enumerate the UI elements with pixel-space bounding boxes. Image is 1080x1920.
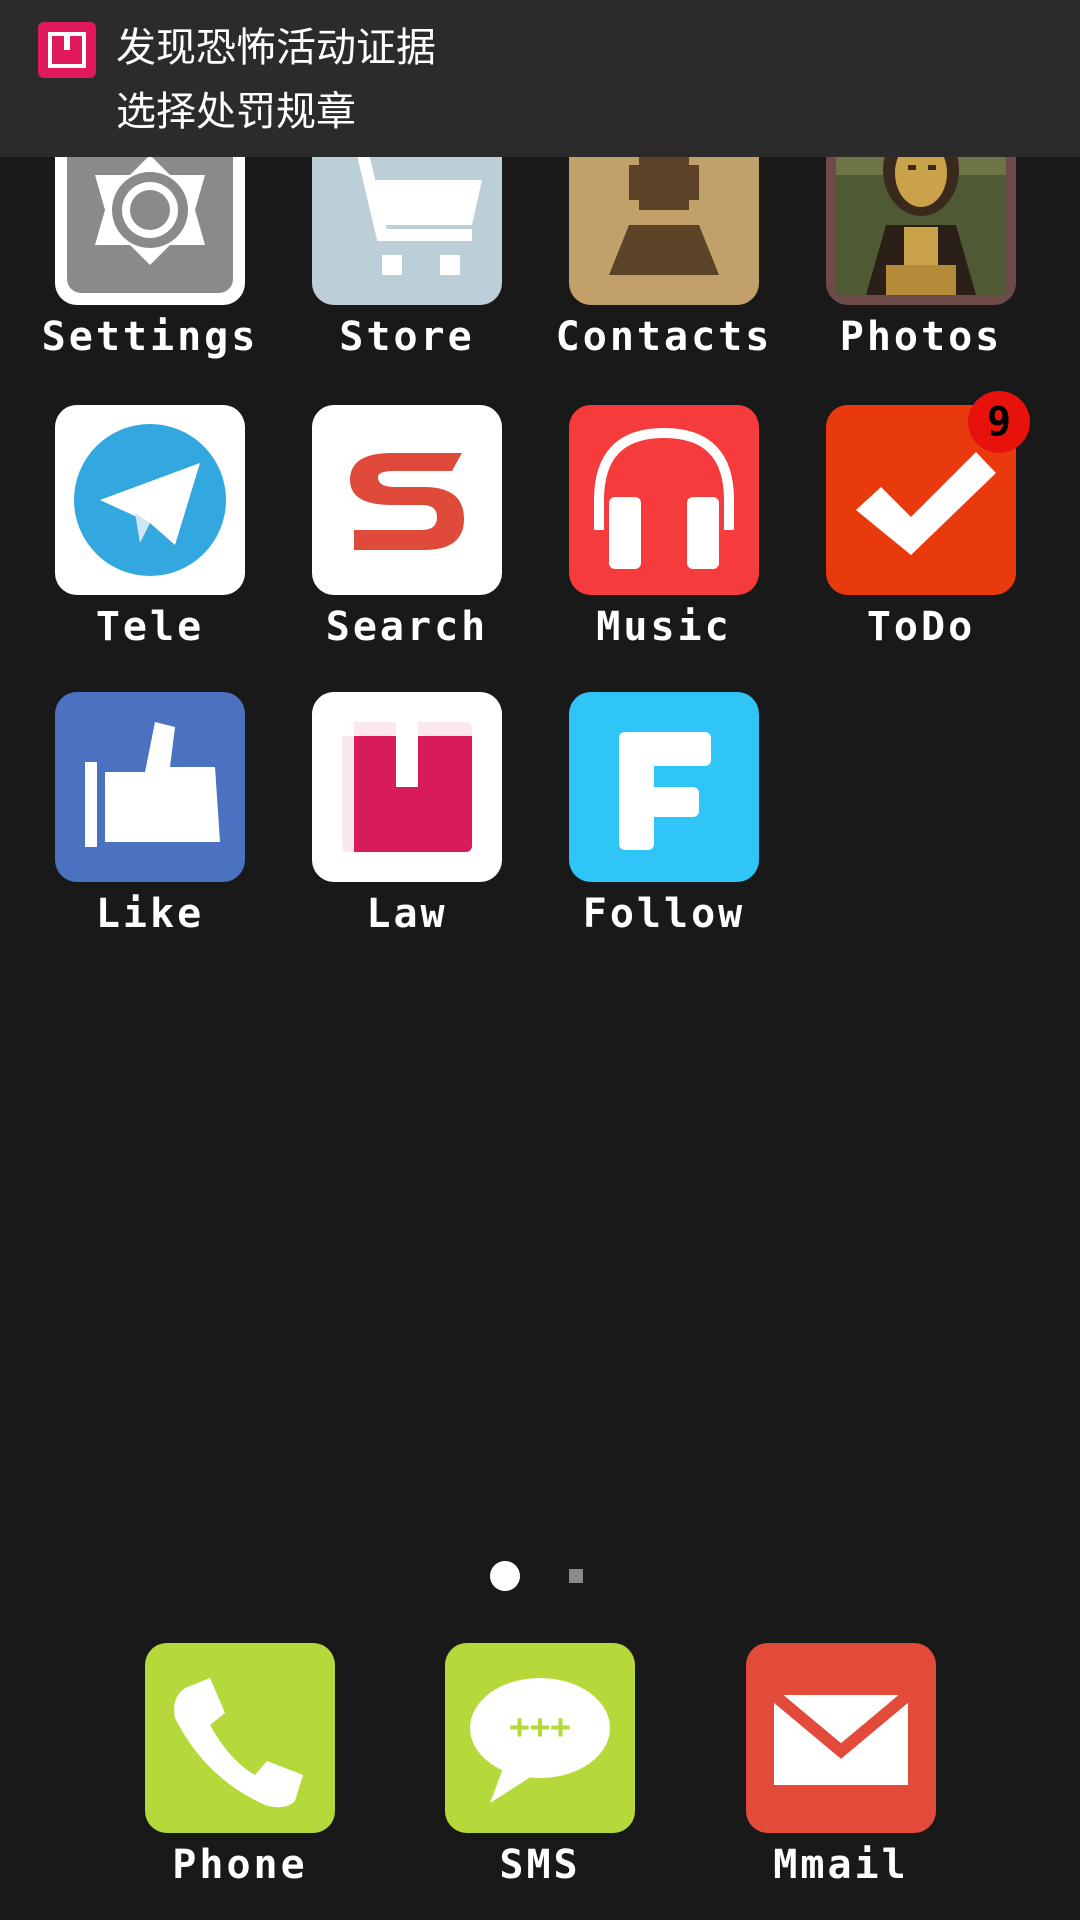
app-label-music: Music	[596, 604, 732, 650]
app-label-store: Store	[339, 314, 475, 360]
dock-label-sms: SMS	[499, 1842, 581, 1888]
app-law[interactable]: Law	[297, 692, 517, 938]
checkmark-icon: 9	[826, 391, 1030, 595]
notification-title: 发现恐怖活动证据	[116, 25, 436, 71]
law-book-icon	[312, 692, 502, 882]
f-logo-icon	[569, 692, 759, 882]
app-like[interactable]: Like	[40, 692, 260, 938]
notification-banner[interactable]: 发现恐怖活动证据 选择处罚规章	[0, 0, 1080, 157]
app-label-follow: Follow	[582, 891, 746, 937]
app-label-contacts: Contacts	[555, 314, 773, 360]
app-label-todo: ToDo	[866, 604, 976, 650]
app-tele[interactable]: Tele	[40, 405, 260, 651]
dock-app-sms[interactable]: +++ SMS	[430, 1643, 650, 1889]
speech-bubble-icon: +++	[445, 1643, 635, 1833]
thumbs-up-icon	[55, 692, 245, 882]
app-music[interactable]: Music	[554, 405, 774, 651]
headphones-icon	[569, 405, 759, 595]
app-follow[interactable]: Follow	[554, 692, 774, 938]
notification-badge: 9	[968, 391, 1030, 453]
app-label-like: Like	[95, 891, 205, 937]
notification-subtitle: 选择处罚规章	[116, 89, 356, 135]
dock-label-phone: Phone	[172, 1842, 308, 1888]
app-search[interactable]: Search	[297, 405, 517, 651]
s-logo-icon	[312, 405, 502, 595]
envelope-icon	[746, 1643, 936, 1833]
app-label-search: Search	[325, 604, 489, 650]
dock-app-phone[interactable]: Phone	[130, 1643, 350, 1889]
app-label-settings: Settings	[41, 314, 259, 360]
dock-app-mmail[interactable]: Mmail	[731, 1643, 951, 1889]
phone-handset-icon	[145, 1643, 335, 1833]
paper-plane-icon	[55, 405, 245, 595]
app-label-photos: Photos	[839, 314, 1003, 360]
svg-text:+++: +++	[509, 1707, 570, 1747]
page-indicator-dot-active[interactable]	[490, 1561, 520, 1591]
page-indicator-dot[interactable]	[569, 1569, 583, 1583]
app-label-tele: Tele	[95, 604, 205, 650]
app-label-law: Law	[366, 891, 448, 937]
law-book-icon	[38, 22, 96, 78]
app-todo[interactable]: 9 ToDo	[811, 391, 1031, 651]
dock-label-mmail: Mmail	[773, 1842, 909, 1888]
